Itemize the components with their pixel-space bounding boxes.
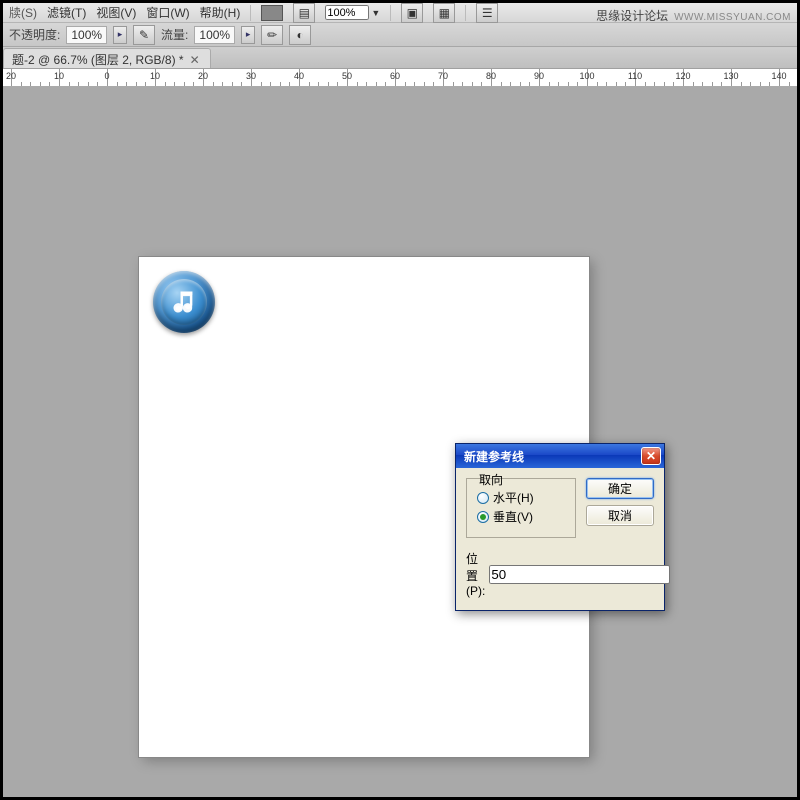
ok-button[interactable]: 确定: [586, 478, 654, 499]
radio-vertical-row[interactable]: 垂直(V): [477, 508, 565, 525]
workspace: 新建参考线 ✕ 取向 水平(H) 垂直(V) 确: [3, 87, 797, 797]
watermark: 思缘设计论坛 WWW.MISSYUAN.COM: [596, 7, 791, 24]
menu-view[interactable]: 视图(V): [96, 4, 136, 21]
separator: [465, 5, 466, 21]
orientation-group: 取向 水平(H) 垂直(V): [466, 478, 576, 538]
position-label: 位置(P):: [466, 550, 485, 598]
airbrush-icon[interactable]: ✏: [261, 25, 283, 45]
radio-vertical-label: 垂直(V): [493, 508, 533, 525]
ok-button-label: 确定: [608, 480, 632, 497]
separator: [390, 5, 391, 21]
options-bar: 不透明度: 100% ✎ 流量: 100% ✏ ◐: [3, 23, 797, 47]
pressure-size-icon[interactable]: ◐: [289, 25, 311, 45]
separator: [250, 5, 251, 21]
watermark-site: 思缘设计论坛: [596, 7, 668, 24]
cancel-button[interactable]: 取消: [586, 505, 654, 526]
zoom-value[interactable]: [325, 5, 369, 20]
watermark-url: WWW.MISSYUAN.COM: [674, 12, 791, 23]
opacity-label: 不透明度:: [9, 26, 60, 43]
position-input[interactable]: [489, 565, 670, 584]
pressure-opacity-icon[interactable]: ✎: [133, 25, 155, 45]
ruler-horizontal[interactable]: 20100102030405060708090100110120130140: [3, 69, 797, 87]
flow-value[interactable]: 100%: [194, 26, 235, 44]
arrange-button[interactable]: ☰: [476, 3, 498, 23]
opacity-value[interactable]: 100%: [66, 26, 107, 44]
tool-swatch[interactable]: [261, 5, 283, 21]
radio-horizontal-row[interactable]: 水平(H): [477, 489, 565, 506]
opacity-flyout[interactable]: [113, 26, 127, 44]
menu-help[interactable]: 帮助(H): [200, 4, 241, 21]
tool-button[interactable]: ▤: [293, 3, 315, 23]
menu-filter[interactable]: 滤镜(T): [47, 4, 86, 21]
document-tab-title: 题-2 @ 66.7% (图层 2, RGB/8) *: [12, 51, 184, 68]
dialog-title: 新建参考线: [464, 448, 524, 465]
radio-horizontal-label: 水平(H): [493, 489, 534, 506]
flow-label: 流量:: [161, 26, 188, 43]
dialog-titlebar[interactable]: 新建参考线 ✕: [456, 444, 664, 468]
radio-vertical[interactable]: [477, 511, 489, 523]
flow-flyout[interactable]: [241, 26, 255, 44]
screen-mode-1[interactable]: ▣: [401, 3, 423, 23]
menu-window[interactable]: 窗口(W): [146, 4, 189, 21]
new-guide-dialog: 新建参考线 ✕ 取向 水平(H) 垂直(V) 确: [455, 443, 665, 611]
document-tab-bar: 题-2 @ 66.7% (图层 2, RGB/8) * ✕: [3, 47, 797, 69]
radio-horizontal[interactable]: [477, 492, 489, 504]
music-glyph: [170, 288, 198, 316]
music-note-icon: [153, 271, 215, 333]
close-icon[interactable]: ✕: [190, 53, 200, 67]
cancel-button-label: 取消: [608, 507, 632, 524]
screen-mode-2[interactable]: ▦: [433, 3, 455, 23]
zoom-control[interactable]: ▼: [325, 5, 380, 21]
menu-item-partial[interactable]: 牍(S): [9, 4, 37, 21]
close-icon[interactable]: ✕: [641, 447, 661, 465]
document-tab[interactable]: 题-2 @ 66.7% (图层 2, RGB/8) * ✕: [3, 48, 211, 68]
